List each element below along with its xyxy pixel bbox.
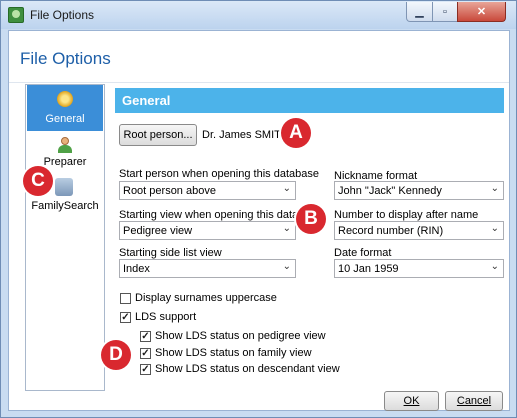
date-format-select[interactable]: 10 Jan 1959 ⌄ <box>334 259 504 278</box>
chevron-down-icon: ⌄ <box>282 183 291 194</box>
number-display-label: Number to display after name <box>334 209 479 221</box>
callout-d: D <box>101 340 131 370</box>
close-button[interactable]: ✕ <box>457 2 506 22</box>
chevron-down-icon: ⌄ <box>490 261 499 272</box>
callout-b: B <box>296 204 326 234</box>
check-icon: ✓ <box>120 312 131 323</box>
sidebar-item-general[interactable]: General <box>27 85 103 131</box>
callout-a: A <box>281 118 311 148</box>
gear-icon <box>57 91 73 107</box>
chevron-down-icon: ⌄ <box>490 223 499 234</box>
app-icon <box>8 7 24 23</box>
ok-button[interactable]: OK <box>384 391 439 411</box>
check-icon: ✓ <box>140 331 151 342</box>
maximize-icon: ▫ <box>443 5 447 18</box>
chevron-down-icon: ⌄ <box>282 223 291 234</box>
dialog-title: File Options <box>20 49 111 68</box>
root-person-name: Dr. James SMITH <box>202 129 289 141</box>
start-person-label: Start person when opening this database <box>119 168 319 180</box>
sidebar-item-label: FamilySearch <box>31 200 99 212</box>
familysearch-icon <box>55 178 73 196</box>
checkbox-box <box>120 293 131 304</box>
nickname-format-select[interactable]: John "Jack" Kennedy ⌄ <box>334 181 504 200</box>
close-icon: ✕ <box>476 6 487 18</box>
window-title: File Options <box>30 8 95 22</box>
side-list-label: Starting side list view <box>119 247 222 259</box>
header-divider <box>9 82 509 83</box>
minimize-button[interactable]: ▁ <box>406 2 433 22</box>
maximize-button[interactable]: ▫ <box>432 2 458 22</box>
file-options-window: File Options ▁ ▫ ✕ File Options General … <box>0 0 517 418</box>
chevron-down-icon: ⌄ <box>490 183 499 194</box>
starting-view-label: Starting view when opening this database <box>119 209 296 221</box>
options-sidebar: General Preparer FamilySearch <box>25 84 105 391</box>
chevron-down-icon: ⌄ <box>282 261 291 272</box>
section-header: General <box>115 88 504 113</box>
person-icon <box>57 137 73 153</box>
callout-c: C <box>23 166 53 196</box>
number-display-select[interactable]: Record number (RIN) ⌄ <box>334 221 504 240</box>
dialog-body: File Options General Preparer FamilySear… <box>8 30 510 411</box>
start-person-select[interactable]: Root person above ⌄ <box>119 181 296 200</box>
root-person-button[interactable]: Root person... <box>119 124 197 146</box>
date-format-label: Date format <box>334 247 392 259</box>
check-icon: ✓ <box>140 364 151 375</box>
starting-view-select[interactable]: Pedigree view ⌄ <box>119 221 296 240</box>
side-list-select[interactable]: Index ⌄ <box>119 259 296 278</box>
check-icon: ✓ <box>140 348 151 359</box>
minimize-icon: ▁ <box>415 6 424 18</box>
title-bar[interactable]: File Options ▁ ▫ ✕ <box>1 1 516 29</box>
cancel-button[interactable]: Cancel <box>445 391 503 411</box>
sidebar-item-label: General <box>45 113 85 125</box>
